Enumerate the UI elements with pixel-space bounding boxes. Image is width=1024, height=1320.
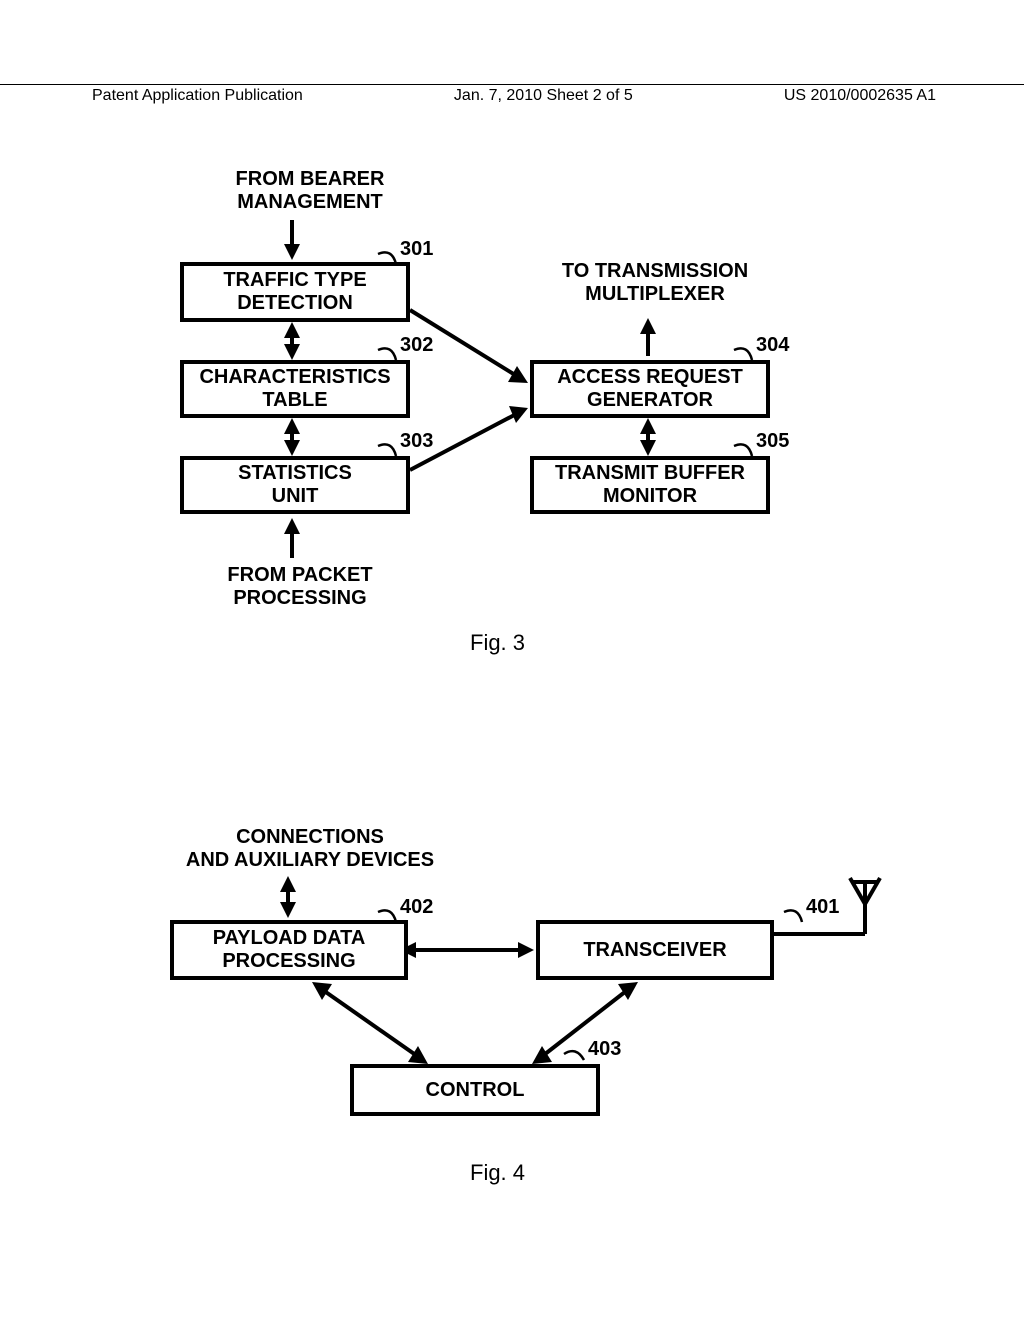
box-traffic-type-detection: TRAFFIC TYPE DETECTION <box>180 262 410 322</box>
box-transmit-buffer-monitor: TRANSMIT BUFFER MONITOR <box>530 456 770 514</box>
box-statistics-unit: STATISTICS UNIT <box>180 456 410 514</box>
figure-3: FROM BEARER MANAGEMENT TRAFFIC TYPE DETE… <box>0 160 1024 660</box>
ref-301: 301 <box>400 238 433 261</box>
header-center: Jan. 7, 2010 Sheet 2 of 5 <box>446 87 641 105</box>
ref-303: 303 <box>400 430 433 453</box>
header-left: Patent Application Publication <box>84 87 311 105</box>
figure-4: CONNECTIONS AND AUXILIARY DEVICES PAYLOA… <box>0 820 1024 1240</box>
ref-304: 304 <box>756 334 789 357</box>
box-characteristics-table: CHARACTERISTICS TABLE <box>180 360 410 418</box>
ref-305: 305 <box>756 430 789 453</box>
page-header: Patent Application Publication Jan. 7, 2… <box>0 84 1024 105</box>
box-access-request-generator: ACCESS REQUEST GENERATOR <box>530 360 770 418</box>
label-from-packet: FROM PACKET PROCESSING <box>200 564 400 610</box>
header-right: US 2010/0002635 A1 <box>776 87 944 105</box>
label-to-transmission: TO TRANSMISSION MULTIPLEXER <box>540 260 770 306</box>
ref-302: 302 <box>400 334 433 357</box>
label-from-bearer: FROM BEARER MANAGEMENT <box>210 168 410 214</box>
figure-3-caption: Fig. 3 <box>470 630 525 656</box>
